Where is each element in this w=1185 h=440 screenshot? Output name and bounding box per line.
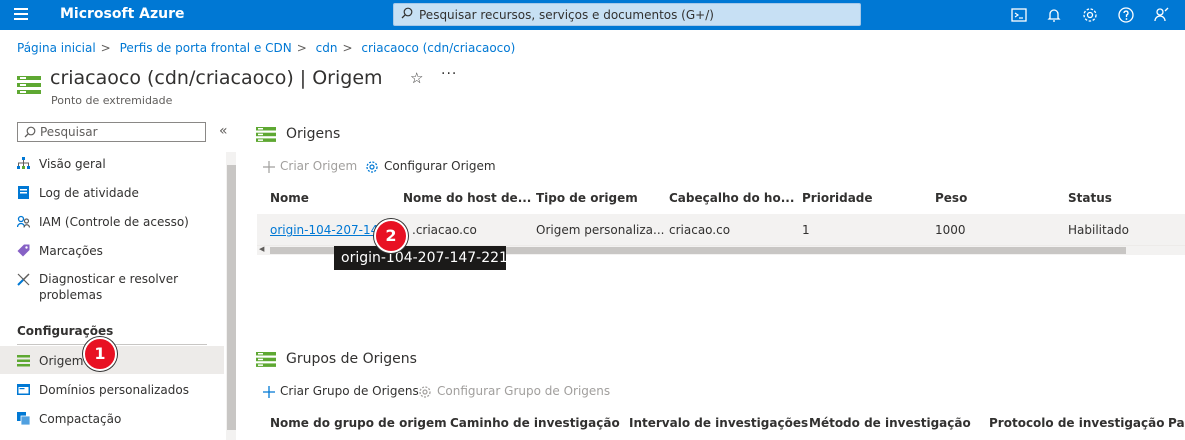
breadcrumb-profiles[interactable]: Perfis de porta frontal e CDN [120,41,292,55]
create-origin-label: Criar Origem [280,159,358,173]
sidebar-item-label: Diagnosticar e resolver [39,272,179,286]
sidebar-item-iam[interactable]: IAM (Controle de acesso) [0,213,224,231]
create-origin-group-label: Criar Grupo de Origens [280,384,419,398]
origin-hostname: .criacao.co [412,223,477,237]
configure-origin-label: Configurar Origem [384,159,496,173]
sidebar-item-label-line2: problemas [39,288,103,302]
sidebar-scrollbar-thumb[interactable] [227,165,236,430]
column-header-probe-interval[interactable]: Intervalo de investigações [629,416,808,430]
page-title: criacaoco (cdn/criacaoco) | Origem [50,67,383,89]
column-header-hostname[interactable]: Nome do host de... [403,191,531,205]
origin-groups-section-title: Grupos de Origens [286,351,417,367]
configure-origin-button[interactable]: Configurar Origem [365,159,496,174]
column-header-group-name[interactable]: Nome do grupo de origem [270,416,447,430]
create-origin-button[interactable]: Criar Origem [263,159,357,173]
sidebar-item-custom-domains[interactable]: Domínios personalizados [0,381,224,399]
search-icon [401,7,413,19]
collapse-sidebar-button[interactable]: « [219,123,228,139]
origin-name-tooltip: origin-104-207-147-221 [334,246,508,270]
sidebar-item-label: Log de atividade [39,186,139,200]
scroll-left-icon[interactable]: ◀ [259,245,264,253]
more-options-button[interactable]: ··· [441,66,457,82]
sidebar-item-label: Domínios personalizados [39,383,189,397]
sidebar-item-activity-log[interactable]: Log de atividade [0,184,224,202]
origin-groups-section-icon [256,352,276,367]
sidebar-section-settings: Configurações [17,324,114,338]
global-search-input[interactable]: Pesquisar recursos, serviços e documento… [393,3,861,26]
plus-icon [263,385,275,398]
domains-icon [17,384,30,395]
sidebar-item-label: Visão geral [39,157,106,171]
configure-origin-group-label: Configurar Grupo de Origens [437,384,611,398]
create-origin-group-button[interactable]: Criar Grupo de Origens [263,384,419,398]
origin-weight: 1000 [935,223,966,237]
origin-status: Habilitado [1068,223,1130,237]
sidebar-item-label: Marcações [39,244,103,258]
compression-icon [17,412,30,425]
gear-icon[interactable] [1081,6,1099,24]
origins-section-icon [256,127,276,142]
origin-priority: 1 [802,223,810,237]
feedback-icon[interactable] [1152,6,1170,24]
favorite-star-icon[interactable]: ☆ [410,69,423,87]
column-header-host-header[interactable]: Cabeçalho do ho... [669,191,794,205]
origin-icon [17,355,30,367]
sidebar-search-placeholder: Pesquisar [40,125,98,139]
cloud-shell-icon[interactable] [1010,6,1028,24]
configure-origin-group-button[interactable]: Configurar Grupo de Origens [418,384,610,399]
overview-icon [17,157,30,169]
sidebar-item-tags[interactable]: Marcações [0,242,224,260]
column-header-probe-path[interactable]: Caminho de investigação [450,416,620,430]
column-header-name[interactable]: Nome [270,191,309,205]
gear-icon [419,385,431,398]
step-badge-2: 2 [374,219,408,253]
top-bar: Microsoft Azure Pesquisar recursos, serv… [0,0,1185,30]
wrench-icon [17,273,30,286]
origin-type: Origem personaliza... [536,223,665,237]
column-header-weight[interactable]: Peso [935,191,967,205]
breadcrumb-separator: > [100,41,111,55]
breadcrumb-endpoint[interactable]: criacaoco (cdn/criacaoco) [361,41,515,55]
endpoint-icon [17,76,41,94]
activity-log-icon [18,186,29,199]
sidebar-item-compression[interactable]: Compactação [0,410,224,428]
sidebar-search-input[interactable]: Pesquisar [17,122,206,142]
column-header-truncated[interactable]: Pad [1168,416,1185,430]
sidebar-item-label: Compactação [39,412,122,426]
breadcrumb-separator: > [296,41,307,55]
step-badge-1: 1 [83,337,117,371]
plus-icon [263,160,275,173]
breadcrumb-cdn[interactable]: cdn [316,41,338,55]
sidebar-item-overview[interactable]: Visão geral [0,155,224,173]
origin-host-header: criacao.co [669,223,731,237]
brand-title[interactable]: Microsoft Azure [60,6,185,22]
column-header-probe-method[interactable]: Método de investigação [809,416,971,430]
breadcrumb-separator: > [342,41,353,55]
page-subtitle: Ponto de extremidade [51,94,173,107]
bell-icon[interactable] [1045,6,1063,24]
origins-section-title: Origens [286,126,341,142]
iam-icon [17,215,30,228]
help-icon[interactable] [1117,6,1135,24]
sidebar-item-label: IAM (Controle de acesso) [39,215,189,229]
search-placeholder: Pesquisar recursos, serviços e documento… [419,8,714,22]
column-header-origin-type[interactable]: Tipo de origem [536,191,638,205]
menu-icon[interactable] [14,8,28,20]
search-icon [24,126,36,138]
column-header-status[interactable]: Status [1068,191,1112,205]
breadcrumb-home[interactable]: Página inicial [17,41,96,55]
column-header-probe-protocol[interactable]: Protocolo de investigação [989,416,1165,430]
sidebar-item-label: Origem [39,354,84,368]
breadcrumb: Página inicial > Perfis de porta frontal … [17,41,515,55]
column-header-priority[interactable]: Prioridade [802,191,873,205]
gear-icon [366,160,378,173]
sidebar-item-diagnose[interactable]: Diagnosticar e resolver problemas [0,270,224,304]
tag-icon [17,244,30,257]
origin-name-link[interactable]: origin-104-207-147 [270,223,386,237]
